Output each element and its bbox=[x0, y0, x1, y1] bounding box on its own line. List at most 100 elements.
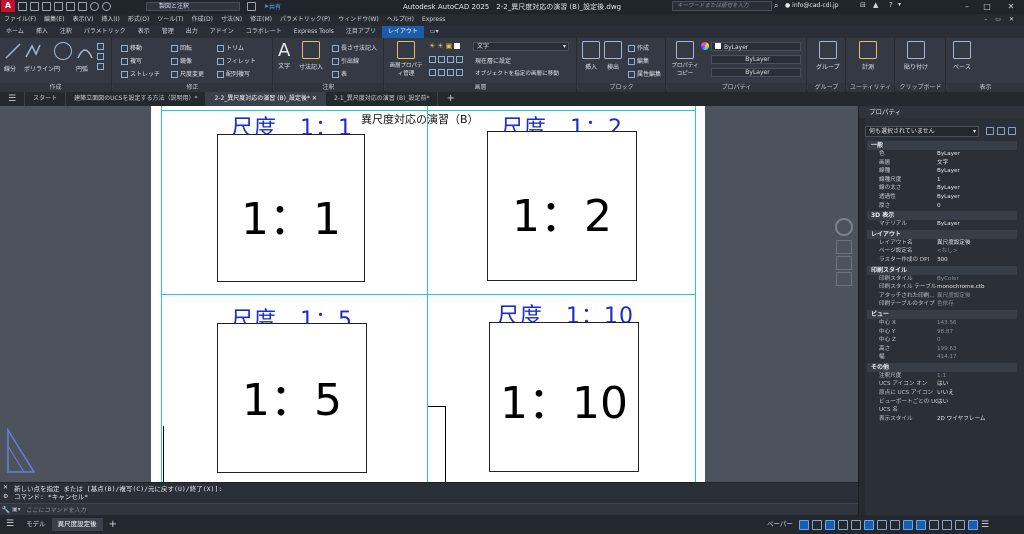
ribbon-tab-insert[interactable]: 挿入 bbox=[30, 26, 54, 38]
text-tool[interactable]: A 文字 bbox=[278, 41, 290, 71]
paste-tool[interactable]: 貼り付け bbox=[904, 41, 928, 71]
lineweight-dropdown[interactable]: ByLayer bbox=[711, 68, 801, 77]
command-input[interactable]: ここにコマンドを入力 bbox=[26, 505, 858, 514]
properties-row[interactable]: 色 ByLayer bbox=[867, 150, 1017, 159]
layout-tab-current[interactable]: 異尺度設定後 bbox=[51, 518, 103, 531]
group-tool[interactable]: グループ bbox=[816, 41, 840, 71]
undo-icon[interactable] bbox=[90, 1, 99, 11]
leader-tool[interactable]: 引出線 bbox=[332, 56, 359, 65]
block-panel-label[interactable]: ブロック bbox=[578, 83, 665, 92]
menu-window[interactable]: ウィンドウ(W) bbox=[338, 14, 379, 26]
doc-restore-icon[interactable]: ▭ bbox=[995, 14, 1001, 26]
menu-view[interactable]: 表示(V) bbox=[73, 14, 94, 26]
property-value[interactable]: 異尺度設定後 bbox=[937, 239, 1017, 248]
paper-space-toggle[interactable]: ペーパー bbox=[764, 518, 796, 531]
property-value[interactable]: monochrome.ctb bbox=[937, 283, 1017, 292]
layer-freeze-vp-icon[interactable] bbox=[447, 56, 454, 63]
layer-unisolate-icon[interactable] bbox=[429, 69, 436, 76]
color-dropdown[interactable]: ByLayer bbox=[711, 42, 801, 51]
property-value[interactable]: 文字 bbox=[937, 159, 1017, 168]
properties-row[interactable]: 高さ 199.63 bbox=[867, 345, 1017, 354]
properties-panel-label[interactable]: プロパティ bbox=[667, 83, 806, 92]
property-value[interactable]: ByLayer bbox=[937, 220, 1017, 229]
rectangle-icon[interactable] bbox=[97, 42, 104, 50]
viewport-1-frame[interactable]: 1：1 bbox=[217, 134, 365, 282]
save-as-icon[interactable] bbox=[54, 1, 63, 11]
viewport-border-horizontal[interactable] bbox=[161, 294, 696, 295]
layout-tab-model[interactable]: モデル bbox=[20, 518, 52, 531]
properties-row[interactable]: 表示スタイル 2D ワイヤフレーム bbox=[867, 415, 1017, 424]
clean-screen-icon[interactable] bbox=[967, 519, 978, 530]
utilities-panel-label[interactable]: ユーティリティ bbox=[847, 83, 894, 92]
layer-properties-tool[interactable]: 画層プロパティ管理 bbox=[389, 41, 423, 77]
command-history-settings-icon[interactable]: ⚙ bbox=[3, 493, 8, 500]
app-logo-icon[interactable]: A bbox=[1, 0, 15, 12]
new-tab-icon[interactable]: + bbox=[438, 92, 462, 106]
properties-row[interactable]: 中心 X 143.56 bbox=[867, 319, 1017, 328]
match-properties-tool[interactable]: プロパティコピー bbox=[671, 41, 699, 77]
ribbon-options-icon[interactable]: ▭▾ bbox=[424, 26, 445, 38]
plot-icon[interactable] bbox=[78, 1, 87, 11]
property-value[interactable]: 0 bbox=[937, 202, 1017, 211]
table-tool[interactable]: 表 bbox=[332, 69, 347, 78]
move-to-layer-tool[interactable]: オブジェクトを指定の画層に移動 bbox=[475, 69, 559, 77]
properties-section-header[interactable]: ビュー bbox=[867, 309, 1017, 319]
draw-panel-label[interactable]: 作成 bbox=[0, 83, 111, 92]
properties-row[interactable]: 線の太さ ByLayer bbox=[867, 184, 1017, 193]
view-panel-label[interactable]: 表示 bbox=[947, 83, 1024, 92]
property-value[interactable]: ByLayer bbox=[937, 184, 1017, 193]
linetype-dropdown[interactable]: ByLayer bbox=[711, 55, 801, 64]
command-history-close-icon[interactable]: ✕ bbox=[3, 484, 8, 491]
save-icon[interactable] bbox=[42, 1, 51, 11]
property-value[interactable]: 2D ワイヤフレーム bbox=[937, 415, 1017, 424]
doc-minimize-icon[interactable]: – bbox=[984, 14, 987, 26]
property-value[interactable]: ByLayer bbox=[937, 150, 1017, 159]
annotation-monitor-icon[interactable] bbox=[941, 519, 952, 530]
groups-panel-label[interactable]: グループ bbox=[808, 83, 845, 92]
ribbon-tab-featured-apps[interactable]: 注目アプリ bbox=[340, 26, 382, 38]
properties-row[interactable]: 線種尺度 1 bbox=[867, 176, 1017, 185]
edit-block-tool[interactable]: 編集 bbox=[628, 56, 649, 65]
partial-rectangle[interactable] bbox=[428, 406, 446, 482]
properties-palette-title[interactable]: プロパティ bbox=[859, 106, 1024, 118]
properties-row[interactable]: 中心 Y 98.87 bbox=[867, 328, 1017, 337]
line-tool[interactable]: 線分 bbox=[4, 42, 22, 73]
customization-icon[interactable]: ☰ bbox=[981, 520, 991, 530]
file-tabs-menu-icon[interactable]: ☰ bbox=[0, 92, 26, 106]
annotation-panel-label[interactable]: 注釈 bbox=[274, 83, 383, 92]
scale-tool[interactable]: 尺度変更 bbox=[171, 69, 204, 78]
help-icon[interactable]: ? bbox=[889, 1, 893, 9]
layer-thaw-icon[interactable] bbox=[447, 69, 454, 76]
properties-row[interactable]: ページ設定名 <なし> bbox=[867, 247, 1017, 256]
arc-tool[interactable]: 円弧 bbox=[76, 42, 94, 73]
properties-row[interactable]: 印刷テーブルのタイプ 色依存 bbox=[867, 300, 1017, 309]
menu-format[interactable]: 形式(O) bbox=[128, 14, 149, 26]
array-tool[interactable]: 配列複写 bbox=[217, 69, 250, 78]
properties-section-header[interactable]: レイアウト bbox=[867, 229, 1017, 239]
toggle-pickadd-icon[interactable] bbox=[986, 127, 994, 135]
layer-off-icon[interactable] bbox=[438, 56, 445, 63]
make-current-icon[interactable] bbox=[456, 56, 463, 63]
command-customize-icon[interactable]: 🔧 bbox=[0, 506, 12, 514]
properties-row[interactable]: 原点に UCS アイコン いいえ bbox=[867, 389, 1017, 398]
workspace-switch-icon[interactable] bbox=[928, 519, 939, 530]
menu-insert[interactable]: 挿入(I) bbox=[101, 14, 119, 26]
properties-row[interactable]: 中心 Z 0 bbox=[867, 336, 1017, 345]
properties-row[interactable]: 印刷スタイル ByColor bbox=[867, 275, 1017, 284]
doc-tab-start[interactable]: スタート bbox=[25, 92, 67, 106]
orbit-icon[interactable] bbox=[836, 272, 852, 286]
learn-icon[interactable]: ▲ bbox=[873, 1, 878, 9]
polyline-tool[interactable]: ポリライン bbox=[24, 42, 54, 73]
layout-tabs-menu-icon[interactable]: ☰ bbox=[0, 518, 20, 531]
menu-dimension[interactable]: 寸法(N) bbox=[221, 14, 242, 26]
viewport-4-frame[interactable]: 1：10 bbox=[489, 322, 639, 472]
print-icon[interactable] bbox=[247, 2, 256, 11]
layout-paper[interactable]: 異尺度対応の演習（B） 尺度 1：1 1：1 尺度 1：2 1：2 尺度 1：5… bbox=[151, 106, 705, 482]
properties-row[interactable]: UCS 名 bbox=[867, 406, 1017, 415]
detect-block-tool[interactable]: 検出 bbox=[604, 41, 622, 71]
property-value[interactable]: ByLayer bbox=[937, 193, 1017, 202]
modify-panel-label[interactable]: 修正 bbox=[113, 83, 272, 92]
measure-tool[interactable]: 計測 bbox=[859, 41, 877, 71]
property-value[interactable]: はい bbox=[937, 398, 1017, 407]
doc-tab-ucs-explanation[interactable]: 建築立面図のUCSを設定する方法（説明用）* bbox=[66, 92, 207, 106]
